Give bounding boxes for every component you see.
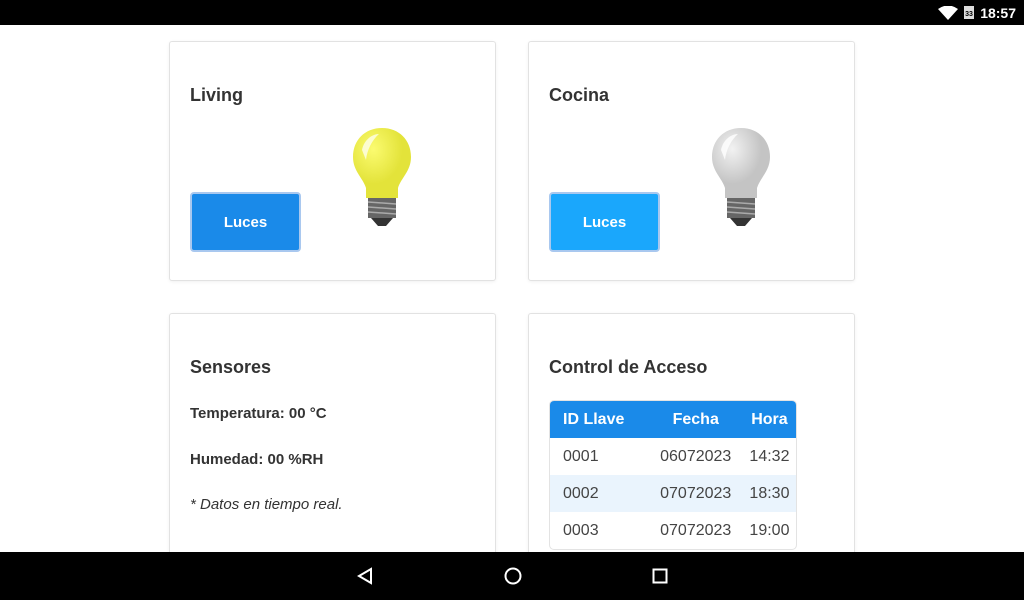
- table-row: 0002 07072023 18:30: [550, 475, 796, 512]
- temperature-reading: Temperatura: 00 °C: [190, 405, 327, 422]
- cell-fecha: 07072023: [648, 475, 743, 512]
- header-id: ID Llave: [550, 401, 649, 438]
- acceso-card: Control de Acceso ID Llave Fecha Hora 00…: [528, 313, 855, 573]
- realtime-note: * Datos en tiempo real.: [190, 496, 343, 513]
- cell-hora: 19:00: [749, 521, 790, 539]
- wifi-icon: [938, 5, 959, 20]
- table-row: 0001 06072023 14:32: [550, 438, 796, 475]
- clock: 18:57: [980, 4, 1016, 21]
- cell-fecha: 07072023: [660, 521, 732, 539]
- access-table: ID Llave Fecha Hora 0001 06072023 14:32 …: [549, 400, 797, 550]
- lightbulb-off-icon: [712, 128, 770, 226]
- humidity-reading: Humedad: 00 %RH: [190, 451, 324, 468]
- lightbulb-on-icon: [353, 128, 411, 226]
- cocina-lights-button[interactable]: Luces: [549, 192, 660, 252]
- card-title: Living: [190, 85, 243, 105]
- card-title: Cocina: [549, 85, 610, 105]
- living-card: Living Luces: [169, 41, 496, 281]
- table-row: 0003 07072023 19:00: [550, 512, 796, 549]
- header-fecha: Fecha: [648, 401, 743, 438]
- cell-id: 0002: [550, 475, 649, 512]
- recents-icon[interactable]: [652, 568, 668, 584]
- navigation-bar: [0, 552, 1024, 600]
- living-lights-button[interactable]: Luces: [190, 192, 301, 252]
- card-title: Control de Acceso: [549, 357, 708, 377]
- home-icon[interactable]: [504, 567, 522, 585]
- cell-fecha: 06072023: [660, 447, 732, 465]
- status-bar: 33 18:57: [0, 0, 1024, 25]
- cell-id: 0003: [563, 521, 599, 539]
- svg-text:33: 33: [965, 11, 973, 18]
- cell-id: 0001: [563, 447, 599, 465]
- sensores-card: Sensores Temperatura: 00 °C Humedad: 00 …: [169, 313, 496, 573]
- sim-card-icon: 33: [964, 6, 975, 19]
- card-title: Sensores: [190, 357, 272, 377]
- back-icon[interactable]: [356, 567, 374, 585]
- cocina-card: Cocina Luces: [528, 41, 855, 281]
- table-header: ID Llave Fecha Hora: [550, 401, 796, 438]
- cell-hora: 14:32: [749, 447, 790, 465]
- cell-hora: 18:30: [742, 475, 796, 512]
- header-hora: Hora: [742, 401, 796, 438]
